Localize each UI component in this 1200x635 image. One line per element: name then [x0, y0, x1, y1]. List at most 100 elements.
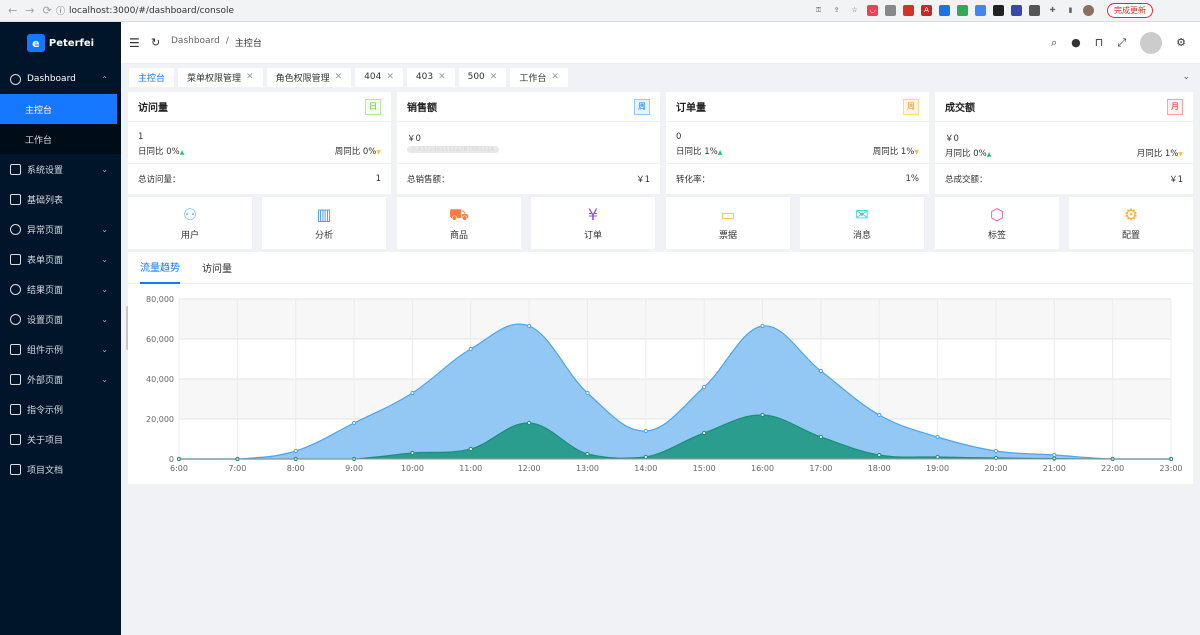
url-text[interactable]: localhost:3000/#/dashboard/console	[69, 6, 234, 16]
sidebar-item-components[interactable]: 组件示例 ⌄	[0, 334, 121, 364]
trend-down-icon: ▼	[1178, 151, 1183, 158]
tab-traffic-trend[interactable]: 流量趋势	[140, 252, 180, 284]
update-button[interactable]: 完成更新	[1107, 3, 1153, 18]
tab-role-permission[interactable]: 角色权限管理 ✕	[266, 67, 352, 87]
quick-link-order[interactable]: ¥ 订单	[531, 197, 655, 249]
sidebar-item-exception[interactable]: 异常页面 ⌄	[0, 214, 121, 244]
puzzle-icon[interactable]: ✚	[1047, 5, 1058, 16]
data-point	[468, 346, 473, 352]
table-icon	[10, 193, 21, 205]
x-tick-label: 22:00	[1101, 464, 1124, 473]
tab-403[interactable]: 403 ✕	[406, 67, 455, 87]
sidebar: e Peterfei Dashboard ⌃ 主控台 工作台 系统设置 ⌄ 基础…	[0, 22, 121, 635]
footer-value: ￥1	[1169, 174, 1183, 185]
extension-icon[interactable]	[993, 5, 1004, 16]
close-icon[interactable]: ✕	[246, 72, 254, 82]
browser-toolbar: ← → ⟳ ⓘ localhost:3000/#/dashboard/conso…	[0, 0, 1200, 22]
quick-link-goods[interactable]: ⛟ 商品	[397, 197, 521, 249]
quick-link-bill[interactable]: ▭ 票据	[666, 197, 790, 249]
sidebar-item-external[interactable]: 外部页面 ⌄	[0, 364, 121, 394]
extension-icon[interactable]	[939, 5, 950, 16]
menu-fold-icon[interactable]: ☰	[129, 36, 151, 50]
extension-icon[interactable]	[975, 5, 986, 16]
sidebar-item-list[interactable]: 基础列表	[0, 184, 121, 214]
compare-text: 日同比 1%	[676, 147, 718, 157]
profile-avatar[interactable]	[1083, 5, 1094, 16]
sidebar-subitem-workplace[interactable]: 工作台	[0, 124, 121, 154]
sidebar-item-dashboard[interactable]: Dashboard ⌃	[0, 64, 121, 94]
quick-link-analysis[interactable]: ▥ 分析	[262, 197, 386, 249]
data-point	[935, 434, 940, 440]
extension-icon[interactable]	[957, 5, 968, 16]
adblock-icon[interactable]: A	[921, 5, 932, 16]
sidebar-item-label: 外部页面	[27, 375, 64, 386]
tab-500[interactable]: 500 ✕	[458, 67, 507, 87]
quick-link-tag[interactable]: ⬡ 标签	[935, 197, 1059, 249]
info-icon[interactable]: ⓘ	[56, 4, 65, 17]
key-icon[interactable]: ⚿	[813, 5, 824, 16]
card-compare-right: 周同比 0%▼	[335, 145, 381, 157]
refresh-icon[interactable]: ⟳	[42, 4, 51, 17]
sidebar-item-result[interactable]: 结果页面 ⌄	[0, 274, 121, 304]
sidebar-item-system[interactable]: 系统设置 ⌄	[0, 154, 121, 184]
data-point	[993, 448, 999, 454]
x-tick-label: 15:00	[693, 464, 716, 473]
sidebar-subitem-console[interactable]: 主控台	[0, 94, 117, 124]
extension-icon[interactable]	[1011, 5, 1022, 16]
avatar[interactable]	[1140, 31, 1163, 54]
back-icon[interactable]: ←	[8, 4, 17, 17]
share-icon[interactable]: ⇪	[831, 5, 842, 16]
x-tick-label: 10:00	[401, 464, 424, 473]
forward-icon[interactable]: →	[25, 4, 34, 17]
compare-text: 月同比 1%	[1136, 149, 1179, 159]
search-icon[interactable]: ⌕	[1051, 36, 1057, 50]
sidebar-item-setting[interactable]: 设置页面 ⌄	[0, 304, 121, 334]
close-icon[interactable]: ✕	[438, 72, 446, 82]
card-title: 成交额	[945, 103, 975, 114]
github-icon[interactable]: ●	[1071, 36, 1081, 49]
chevron-down-icon: ⌄	[101, 254, 108, 264]
sidebar-item-docs[interactable]: 项目文档	[0, 454, 121, 484]
extension-icon[interactable]	[903, 5, 914, 16]
reload-icon[interactable]: ↻	[151, 36, 169, 49]
close-icon[interactable]: ✕	[551, 72, 559, 82]
quick-link-message[interactable]: ✉ 消息	[800, 197, 924, 249]
card-value: ￥0	[407, 134, 421, 144]
tab-visits[interactable]: 访问量	[202, 252, 232, 284]
y-tick-label: 80,000	[146, 295, 174, 304]
quick-link-user[interactable]: ⚇ 用户	[128, 197, 252, 249]
sidebar-item-about[interactable]: 关于项目	[0, 424, 121, 454]
sidepanel-icon[interactable]: ▮	[1065, 5, 1076, 16]
close-icon[interactable]: ✕	[335, 72, 343, 82]
tab-label: 403	[415, 72, 434, 82]
address-bar[interactable]: ⓘ localhost:3000/#/dashboard/console	[56, 2, 801, 19]
chevron-down-icon[interactable]: ⌄	[1182, 72, 1190, 82]
compare-text: 月同比 0%	[945, 149, 987, 159]
chart-tabs: 流量趋势 访问量	[128, 252, 1193, 284]
tab-console[interactable]: 主控台	[129, 67, 175, 87]
x-tick-label: 16:00	[751, 464, 774, 473]
pocket-icon[interactable]: ◡	[867, 5, 878, 16]
sidebar-item-directive[interactable]: 指令示例	[0, 394, 121, 424]
extension-icon[interactable]	[885, 5, 896, 16]
card-compare-left: 月同比 0%▲	[945, 147, 991, 159]
tab-404[interactable]: 404 ✕	[355, 67, 403, 87]
trend-up-icon: ▲	[717, 149, 723, 156]
tab-menu-permission[interactable]: 菜单权限管理 ✕	[178, 67, 263, 87]
y-tick-label: 20,000	[146, 415, 174, 424]
trend-up-icon: ▲	[986, 151, 992, 158]
extension-icon[interactable]	[1029, 5, 1040, 16]
breadcrumb-root[interactable]: Dashboard	[171, 36, 220, 49]
close-icon[interactable]: ✕	[490, 72, 498, 82]
sidebar-logo[interactable]: e Peterfei	[0, 22, 121, 64]
footer-label: 总成交额：	[945, 174, 988, 185]
tab-workplace[interactable]: 工作台 ✕	[510, 67, 568, 87]
settings-icon[interactable]: ⚙	[1176, 36, 1186, 49]
data-point	[585, 451, 590, 457]
quick-link-config[interactable]: ⚙ 配置	[1069, 197, 1193, 249]
fullscreen-icon[interactable]: ⤢	[1117, 36, 1126, 50]
close-icon[interactable]: ✕	[386, 72, 394, 82]
star-icon[interactable]: ☆	[849, 5, 860, 16]
sidebar-item-form[interactable]: 表单页面 ⌄	[0, 244, 121, 274]
lock-icon[interactable]: ⊓	[1095, 36, 1104, 49]
